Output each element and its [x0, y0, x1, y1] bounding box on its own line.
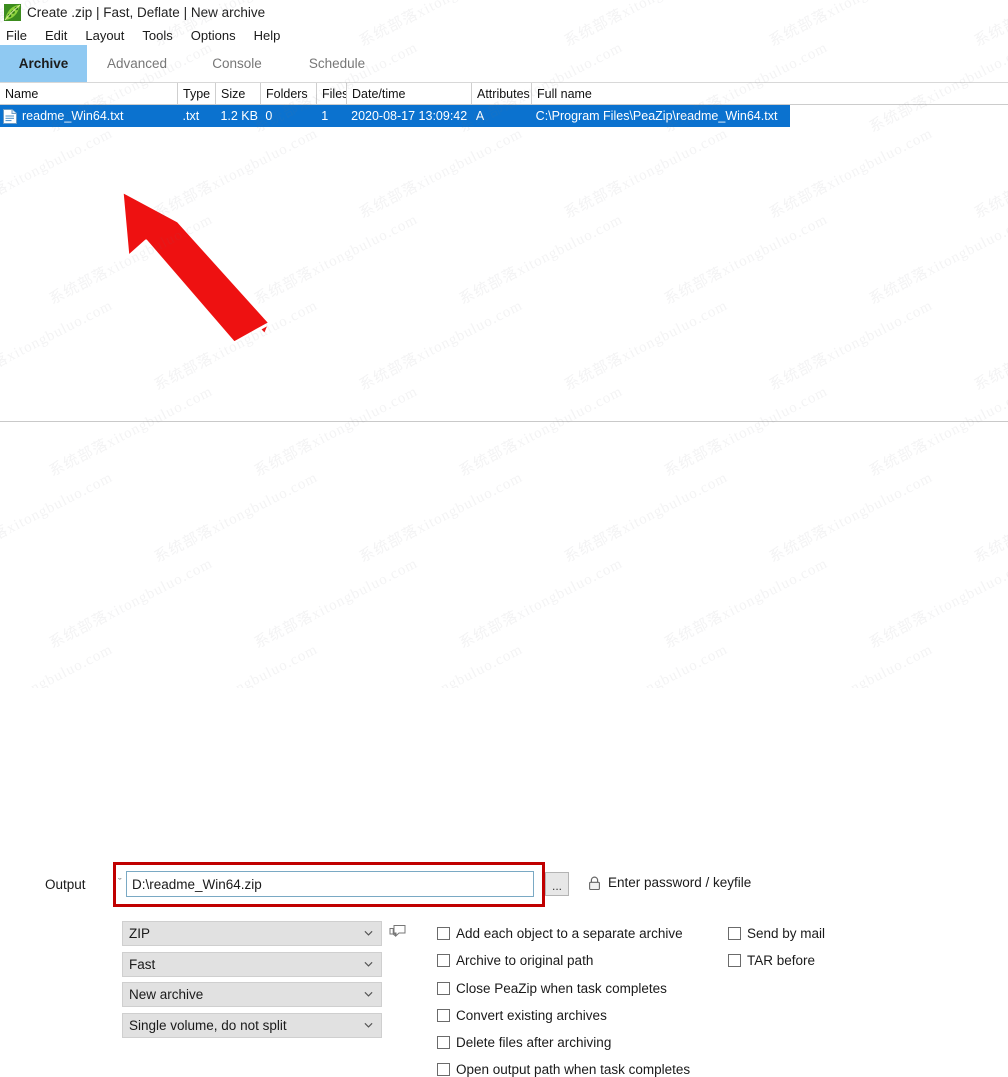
tab-bar: Archive Advanced Console Schedule	[0, 45, 1008, 83]
chevron-down-icon	[364, 991, 373, 997]
checkbox-box[interactable]	[728, 954, 741, 967]
checkbox-label: Delete files after archiving	[456, 1035, 612, 1050]
format-dropdown-value: ZIP	[129, 926, 151, 941]
column-header-folders[interactable]: Folders	[261, 83, 317, 104]
column-header-fullname[interactable]: Full name	[532, 83, 792, 104]
title-bar: Create .zip | Fast, Deflate | New archiv…	[0, 0, 1008, 25]
checkbox-box[interactable]	[437, 1063, 450, 1076]
tab-console[interactable]: Console	[187, 45, 287, 82]
checkbox-box[interactable]	[437, 982, 450, 995]
cell-fullname: C:\Program Files\PeaZip\readme_Win64.txt	[535, 109, 778, 123]
checkbox-send-by-mail[interactable]: Send by mail	[728, 926, 825, 941]
column-header-files[interactable]: Files	[317, 83, 347, 104]
cell-datetime: 2020-08-17 13:09:42	[351, 109, 468, 123]
volume-split-dropdown[interactable]: Single volume, do not split	[122, 1013, 382, 1038]
enter-password-label: Enter password / keyfile	[608, 875, 752, 890]
menu-item-options[interactable]: Options	[191, 27, 245, 44]
chevron-down-icon	[364, 961, 373, 967]
output-history-chevron-icon[interactable]: ˇ	[118, 877, 122, 889]
browse-output-button[interactable]: ...	[545, 872, 569, 896]
red-arrow-annotation	[118, 183, 288, 348]
speech-bubble-icon[interactable]	[389, 924, 406, 939]
enter-password-button[interactable]: Enter password / keyfile	[588, 875, 751, 890]
output-label: Output	[45, 877, 86, 892]
column-header-attributes[interactable]: Attributes	[472, 83, 532, 104]
checkbox-label: Archive to original path	[456, 953, 594, 968]
padlock-icon	[588, 876, 601, 890]
compression-level-value: Fast	[129, 957, 156, 972]
chevron-down-icon	[364, 930, 373, 936]
menu-item-tools[interactable]: Tools	[142, 27, 181, 44]
cell-files: 1	[321, 109, 329, 123]
cell-type: .txt	[182, 109, 200, 123]
format-dropdown[interactable]: ZIP	[122, 921, 382, 946]
column-header-type[interactable]: Type	[178, 83, 216, 104]
checkbox-box[interactable]	[437, 1009, 450, 1022]
archive-mode-value: New archive	[129, 987, 204, 1002]
tab-archive[interactable]: Archive	[0, 45, 87, 82]
checkbox-label: Close PeaZip when task completes	[456, 981, 667, 996]
checkbox-open-output-path-when-task-completes[interactable]: Open output path when task completes	[437, 1062, 690, 1077]
cell-name: readme_Win64.txt	[0, 105, 178, 127]
file-list-header: Name Type Size Folders Files Date/time A…	[0, 83, 1008, 105]
text-file-icon	[3, 108, 17, 124]
column-header-datetime[interactable]: Date/time	[347, 83, 472, 104]
checkbox-box[interactable]	[437, 1036, 450, 1049]
checkbox-add-each-object-to-separate-archive[interactable]: Add each object to a separate archive	[437, 926, 683, 941]
menu-bar: File Edit Layout Tools Options Help	[0, 25, 1008, 45]
tab-advanced[interactable]: Advanced	[87, 45, 187, 82]
file-list: Name Type Size Folders Files Date/time A…	[0, 83, 1008, 421]
chevron-down-icon	[364, 1022, 373, 1028]
cell-name-text: readme_Win64.txt	[22, 109, 124, 123]
output-path-input[interactable]	[126, 871, 534, 897]
checkbox-close-peazip-when-task-completes[interactable]: Close PeaZip when task completes	[437, 981, 667, 996]
cell-size: 1.2 KB	[220, 109, 258, 123]
menu-item-file[interactable]: File	[6, 27, 36, 44]
checkbox-box[interactable]	[437, 954, 450, 967]
column-header-size[interactable]: Size	[216, 83, 261, 104]
checkbox-label: Send by mail	[747, 926, 826, 941]
checkbox-box[interactable]	[728, 927, 741, 940]
checkbox-label: Add each object to a separate archive	[456, 926, 683, 941]
volume-split-value: Single volume, do not split	[129, 1018, 287, 1033]
archive-mode-dropdown[interactable]: New archive	[122, 982, 382, 1007]
checkbox-box[interactable]	[437, 927, 450, 940]
window-title: Create .zip | Fast, Deflate | New archiv…	[27, 5, 266, 20]
table-row[interactable]: readme_Win64.txt .txt 1.2 KB 0 1 2020-08…	[0, 105, 790, 127]
cell-attributes: A	[475, 109, 485, 123]
menu-item-edit[interactable]: Edit	[45, 27, 76, 44]
peazip-pea-icon	[4, 4, 21, 21]
menu-item-help[interactable]: Help	[254, 27, 290, 44]
compression-level-dropdown[interactable]: Fast	[122, 952, 382, 977]
checkbox-label: Open output path when task completes	[456, 1062, 691, 1077]
checkbox-delete-files-after-archiving[interactable]: Delete files after archiving	[437, 1035, 611, 1050]
checkbox-label: Convert existing archives	[456, 1008, 607, 1023]
column-header-name[interactable]: Name	[0, 83, 178, 104]
tab-schedule[interactable]: Schedule	[287, 45, 387, 82]
checkbox-label: TAR before	[747, 953, 816, 968]
archive-options-panel: Output ˇ ... Enter password / keyfile ZI…	[0, 422, 1008, 1077]
cell-folders: 0	[265, 109, 273, 123]
checkbox-archive-to-original-path[interactable]: Archive to original path	[437, 953, 593, 968]
checkbox-convert-existing-archives[interactable]: Convert existing archives	[437, 1008, 607, 1023]
checkbox-tar-before[interactable]: TAR before	[728, 953, 815, 968]
menu-item-layout[interactable]: Layout	[85, 27, 133, 44]
